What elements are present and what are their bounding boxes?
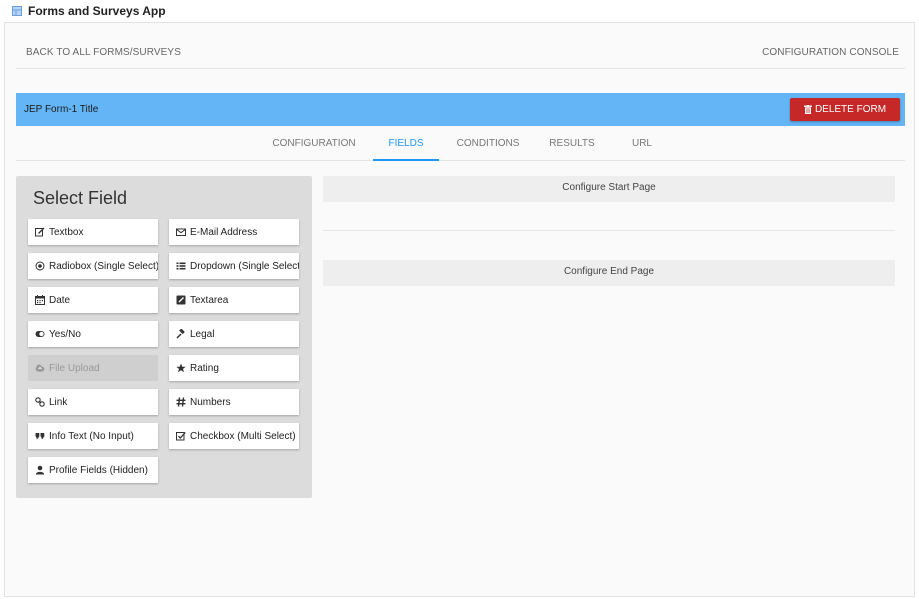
field-link-button[interactable]: Link	[28, 389, 158, 415]
tab-url[interactable]: URL	[627, 127, 657, 160]
field-yesno-button[interactable]: Yes/No	[28, 321, 158, 347]
tab-bar: CONFIGURATION FIELDS CONDITIONS RESULTS …	[16, 127, 905, 161]
field-numbers-button[interactable]: Numbers	[169, 389, 299, 415]
select-field-title: Select Field	[33, 188, 128, 208]
tab-results[interactable]: RESULTS	[542, 127, 602, 160]
envelope-icon	[176, 228, 186, 236]
cloud-upload-icon	[35, 364, 45, 372]
configure-end-page[interactable]: Configure End Page	[323, 260, 895, 286]
select-field-panel: Select Field Textbox E-Mail Address Radi…	[16, 176, 312, 498]
field-profile-fields-button[interactable]: Profile Fields (Hidden)	[28, 457, 158, 483]
star-icon	[176, 363, 186, 373]
top-navigation: BACK TO ALL FORMS/SURVEYS CONFIGURATION …	[16, 37, 905, 69]
trash-icon	[803, 105, 812, 114]
field-info-text-button[interactable]: Info Text (No Input)	[28, 423, 158, 449]
toggle-icon	[35, 331, 45, 337]
back-to-forms-link[interactable]: BACK TO ALL FORMS/SURVEYS	[26, 47, 181, 58]
tab-configuration[interactable]: CONFIGURATION	[266, 127, 362, 160]
hash-icon	[176, 397, 186, 407]
field-textbox-button[interactable]: Textbox	[28, 219, 158, 245]
divider	[323, 230, 895, 231]
link-icon	[35, 397, 45, 407]
form-title: JEP Form-1 Title	[24, 104, 99, 115]
tab-conditions[interactable]: CONDITIONS	[450, 127, 526, 160]
calendar-icon	[35, 295, 45, 305]
configuration-console-link[interactable]: CONFIGURATION CONSOLE	[762, 47, 899, 58]
field-file-upload-button: File Upload	[28, 355, 158, 381]
edit-icon	[35, 227, 45, 237]
tab-fields[interactable]: FIELDS	[373, 127, 439, 161]
field-textarea-button[interactable]: Textarea	[169, 287, 299, 313]
main-frame: BACK TO ALL FORMS/SURVEYS CONFIGURATION …	[4, 22, 915, 597]
field-checkbox-button[interactable]: Checkbox (Multi Select)	[169, 423, 299, 449]
field-legal-button[interactable]: Legal	[169, 321, 299, 347]
field-email-button[interactable]: E-Mail Address	[169, 219, 299, 245]
delete-form-button[interactable]: DELETE FORM	[790, 98, 900, 121]
field-rating-button[interactable]: Rating	[169, 355, 299, 381]
checkbox-icon	[176, 432, 186, 441]
radio-icon	[35, 261, 45, 271]
delete-form-label: DELETE FORM	[814, 104, 887, 115]
app-title: Forms and Surveys App	[28, 4, 166, 18]
field-date-button[interactable]: Date	[28, 287, 158, 313]
user-icon	[35, 465, 45, 475]
table-icon	[12, 6, 22, 16]
form-title-banner: JEP Form-1 Title DELETE FORM	[16, 93, 905, 126]
field-dropdown-button[interactable]: Dropdown (Single Select)	[169, 253, 299, 279]
configure-start-page[interactable]: Configure Start Page	[323, 176, 895, 202]
list-icon	[176, 262, 186, 270]
gavel-icon	[176, 329, 185, 339]
quote-icon	[35, 433, 45, 440]
textarea-icon	[176, 295, 186, 305]
field-radiobox-button[interactable]: Radiobox (Single Select)	[28, 253, 158, 279]
app-title-bar: Forms and Surveys App	[0, 0, 919, 22]
